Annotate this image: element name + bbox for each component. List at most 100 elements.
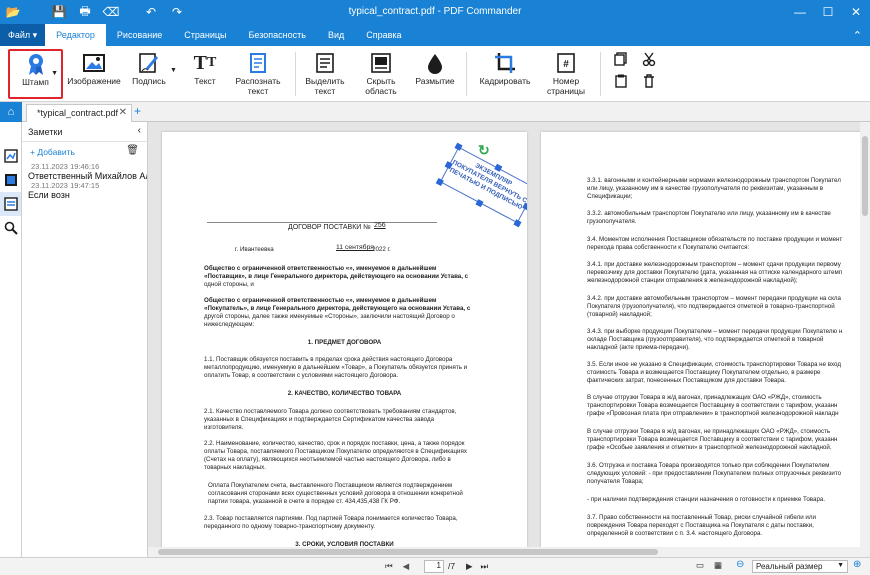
page-text-line: 2. КАЧЕСТВО, КОЛИЧЕСТВО ТОВАРА bbox=[287, 390, 402, 397]
prev-page-icon[interactable]: ◀ bbox=[403, 561, 410, 572]
close-tab-icon[interactable]: ✕ bbox=[119, 107, 127, 118]
page-number-button[interactable]: # Номер страницы bbox=[544, 50, 588, 96]
tab-view[interactable]: Вид bbox=[317, 24, 355, 46]
open-folder-icon[interactable]: 📂 bbox=[0, 0, 26, 24]
blur-button[interactable]: Размытие bbox=[412, 50, 458, 86]
notes-header: Заметки ‹ bbox=[22, 122, 147, 142]
text-button[interactable]: TT Текст bbox=[190, 50, 220, 86]
page-text-line: 3.4. Моментом исполнения Поставщиком обя… bbox=[587, 236, 843, 243]
cut-icon[interactable] bbox=[642, 52, 656, 66]
copy-icon[interactable] bbox=[614, 52, 628, 66]
page-text-line: транспортировки Товара возмещается Поста… bbox=[587, 402, 838, 409]
undo-icon[interactable]: ↶ bbox=[138, 0, 164, 24]
scroll-thumb[interactable] bbox=[862, 136, 868, 216]
page-text-line: стоимость Товара и возмещается Поставщик… bbox=[587, 369, 821, 376]
resize-handle[interactable] bbox=[513, 219, 522, 228]
tab-security[interactable]: Безопасность bbox=[238, 24, 317, 46]
resize-handle[interactable] bbox=[494, 163, 503, 172]
add-tab-icon[interactable]: + bbox=[134, 104, 141, 118]
page-text-line: графе «Особые заявления и отметки» в тра… bbox=[587, 444, 832, 451]
delete-icon[interactable] bbox=[642, 74, 656, 88]
pdf-page-2[interactable]: 3.3.1. вагонными и контейнерными нормами… bbox=[541, 132, 866, 557]
select-text-button[interactable]: Выделить текст bbox=[300, 50, 350, 96]
redo-icon[interactable]: ↷ bbox=[164, 0, 190, 24]
close-icon[interactable]: ✕ bbox=[842, 0, 870, 24]
add-note-button[interactable]: + Добавить bbox=[30, 147, 75, 157]
page-text-line: «Поставщик», в лице Генерального директо… bbox=[204, 273, 469, 280]
zoom-out-icon[interactable]: ⊖ bbox=[736, 559, 744, 570]
last-page-icon[interactable]: ⏭ bbox=[481, 561, 489, 572]
zoom-in-icon[interactable]: ⊕ bbox=[853, 559, 861, 570]
ribbon-separator bbox=[466, 52, 467, 96]
maximize-icon[interactable]: ☐ bbox=[814, 0, 842, 24]
page-text-line: перевозчику для доставки Покупателю (дат… bbox=[587, 269, 843, 276]
page-text-line: 3.4.1. при доставке железнодорожным тран… bbox=[587, 261, 841, 268]
edit-pages-icon[interactable] bbox=[0, 144, 21, 168]
document-view[interactable]: ДОГОВОР ПОСТАВКИ № 256 г. Ивантеевка 11 … bbox=[148, 122, 870, 557]
page-text-line: транспортировки Товара возмещается Поста… bbox=[587, 436, 838, 443]
page-text-line: переданного по одному товарно-транспортн… bbox=[204, 523, 376, 530]
note-timestamp: 23.11.2023 19:46:16 bbox=[31, 162, 100, 171]
stamp-dropdown-icon[interactable]: ▼ bbox=[51, 69, 58, 79]
notes-panel-icon[interactable] bbox=[0, 192, 21, 216]
tab-pages[interactable]: Страницы bbox=[173, 24, 237, 46]
page-text-line: металлопродукцию, именуемую в дальнейшем… bbox=[204, 364, 468, 371]
tab-file[interactable]: Файл ▾ bbox=[0, 24, 46, 46]
crop-icon bbox=[494, 50, 516, 76]
horizontal-scrollbar[interactable] bbox=[148, 547, 860, 557]
document-tab[interactable]: *typical_contract.pdf ✕ bbox=[26, 104, 132, 122]
stamp-icon bbox=[25, 51, 47, 77]
contract-date: 11 сентября bbox=[336, 244, 374, 251]
print-icon[interactable]: 🖶 bbox=[72, 0, 98, 24]
scroll-thumb[interactable] bbox=[158, 549, 658, 555]
hide-area-icon bbox=[370, 50, 392, 76]
resize-handle[interactable] bbox=[475, 199, 484, 208]
note-item[interactable]: 23.11.2023 19:46:16 Ответственный Михайл… bbox=[22, 162, 147, 181]
grid-view-icon[interactable]: ▦ bbox=[714, 560, 722, 571]
trash-icon[interactable]: 🗑 bbox=[126, 145, 139, 156]
hide-area-button[interactable]: Скрыть область bbox=[356, 50, 406, 96]
single-page-view-icon[interactable]: ▭ bbox=[696, 560, 704, 571]
page-text-line: В случае отгрузки Товара в ж/д вагонах, … bbox=[587, 394, 822, 401]
page-text-line: товарных накладных. bbox=[204, 464, 266, 471]
page-text-line: Оплата Покупателем счета, выставленного … bbox=[208, 482, 453, 489]
collapse-ribbon-icon[interactable]: ⌃ bbox=[853, 29, 862, 42]
page-text-line: 1. ПРЕДМЕТ ДОГОВОРА bbox=[307, 339, 382, 346]
image-button[interactable]: Изображение bbox=[67, 50, 121, 86]
note-item[interactable]: 23.11.2023 19:47:15 Если возн bbox=[22, 181, 147, 200]
eraser-icon[interactable]: ⌫ bbox=[98, 0, 124, 24]
crop-button[interactable]: Кадрировать bbox=[478, 50, 532, 86]
rotate-handle-icon[interactable]: ↻ bbox=[478, 142, 490, 159]
bookmarks-icon[interactable] bbox=[0, 168, 21, 192]
signature-dropdown-icon[interactable]: ▼ bbox=[170, 66, 177, 76]
resize-handle[interactable] bbox=[522, 202, 527, 211]
recognize-text-button[interactable]: Распознать текст bbox=[232, 50, 284, 96]
first-page-icon[interactable]: ⏮ bbox=[385, 561, 393, 572]
page-number-input[interactable]: 1 bbox=[424, 560, 444, 573]
page-text-line: 2.2. Наименование, количество, качество,… bbox=[204, 440, 465, 447]
zoom-select[interactable]: Реальный размер ▼ bbox=[752, 560, 848, 573]
page-text-line: Спецификации; bbox=[587, 193, 633, 200]
paste-icon[interactable] bbox=[614, 74, 628, 88]
tab-editor[interactable]: Редактор bbox=[45, 24, 106, 46]
pdf-page-1[interactable]: ДОГОВОР ПОСТАВКИ № 256 г. Ивантеевка 11 … bbox=[162, 132, 527, 557]
page-text-line: перехода права собственности к Покупател… bbox=[587, 244, 750, 251]
page-text-line: железнодорожной станции отправления в же… bbox=[587, 277, 798, 284]
search-icon[interactable] bbox=[0, 216, 21, 240]
minimize-icon[interactable]: — bbox=[786, 0, 814, 24]
tab-help[interactable]: Справка bbox=[355, 24, 412, 46]
save-icon[interactable]: 💾 bbox=[46, 0, 72, 24]
page-text-line: Покупателя (грузополучателя), что подтве… bbox=[587, 303, 835, 310]
page-text-line: оплатить Товар, в соответствии с условия… bbox=[204, 372, 399, 379]
collapse-panel-icon[interactable]: ‹ bbox=[138, 125, 141, 136]
home-icon[interactable]: ⌂ bbox=[0, 102, 22, 122]
vertical-scrollbar[interactable] bbox=[860, 122, 870, 557]
next-page-icon[interactable]: ▶ bbox=[466, 561, 473, 572]
resize-handle[interactable] bbox=[435, 177, 444, 187]
note-timestamp: 23.11.2023 19:47:15 bbox=[31, 181, 100, 190]
tab-drawing[interactable]: Рисование bbox=[106, 24, 173, 46]
signature-button[interactable]: Подпись bbox=[130, 50, 168, 86]
page-text-line: следующих условий: - при предоставлении … bbox=[587, 470, 842, 477]
resize-handle[interactable] bbox=[454, 142, 463, 151]
stamp-button[interactable]: Штамп ▼ bbox=[8, 49, 63, 99]
